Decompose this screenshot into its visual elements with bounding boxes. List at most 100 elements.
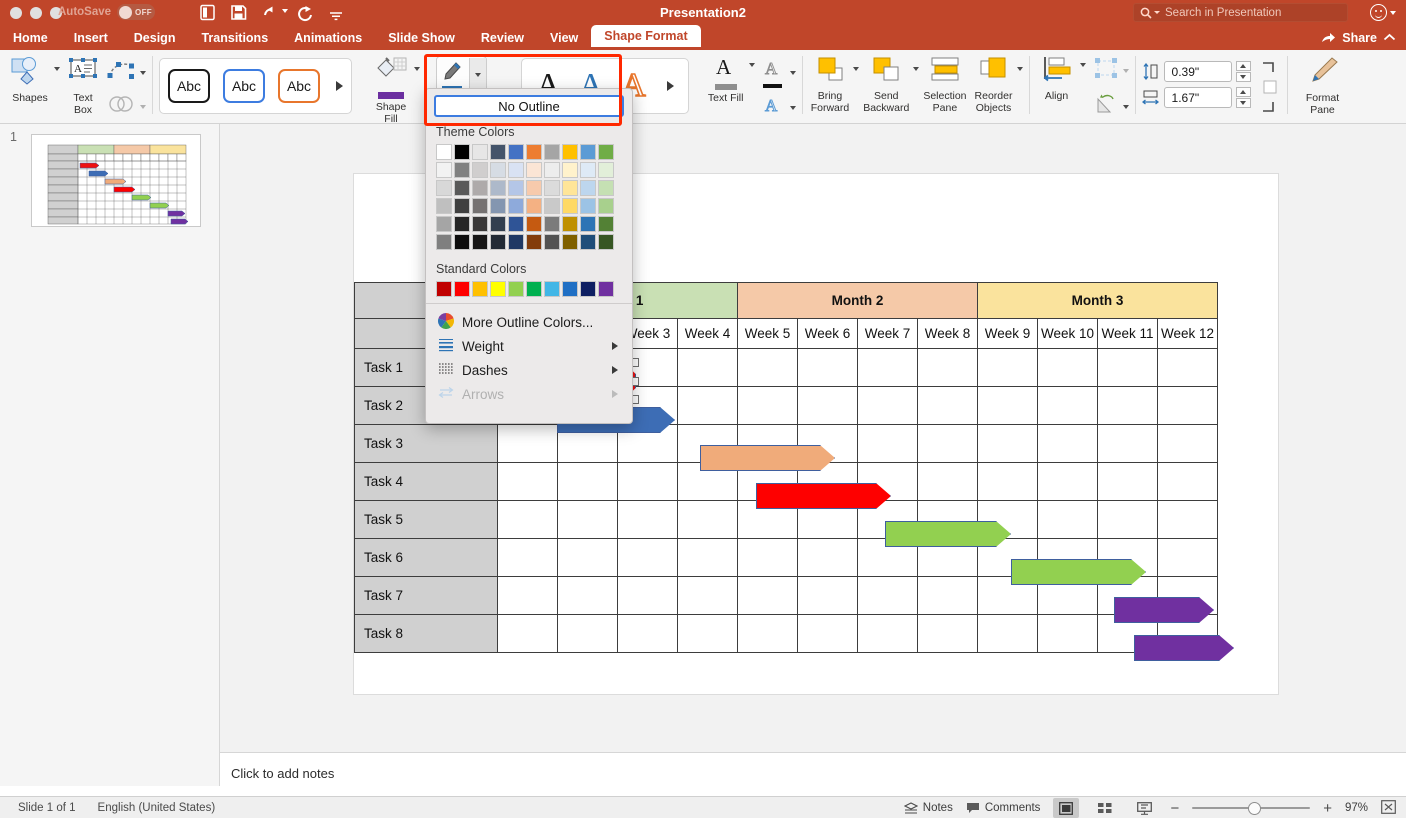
text-effects-caret-icon[interactable] bbox=[790, 106, 796, 110]
theme-color-swatch-6-6[interactable] bbox=[526, 234, 542, 250]
theme-color-swatch-4-2[interactable] bbox=[490, 162, 506, 178]
align-button[interactable]: Align bbox=[1034, 53, 1080, 105]
theme-color-swatch-5-5[interactable] bbox=[508, 216, 524, 232]
group-objects-caret-icon[interactable] bbox=[1123, 69, 1129, 73]
theme-color-swatch-1-1[interactable] bbox=[436, 144, 452, 160]
shape-outline-dropdown-menu[interactable]: No Outline Theme Colors Standard Colors … bbox=[425, 88, 633, 424]
zoom-in-button[interactable]: + bbox=[1323, 800, 1332, 817]
edit-points-caret-icon[interactable] bbox=[140, 71, 146, 75]
shape-width-increment[interactable] bbox=[1236, 87, 1251, 97]
theme-color-swatch-10-3[interactable] bbox=[598, 180, 614, 196]
theme-color-swatch-10-4[interactable] bbox=[598, 198, 614, 214]
align-caret-icon[interactable] bbox=[1080, 63, 1086, 67]
theme-color-swatch-4-4[interactable] bbox=[490, 198, 506, 214]
theme-color-swatch-6-4[interactable] bbox=[526, 198, 542, 214]
theme-color-swatch-5-1[interactable] bbox=[508, 144, 524, 160]
shape-height-input[interactable]: 0.39" bbox=[1164, 61, 1232, 82]
tab-home[interactable]: Home bbox=[0, 25, 61, 50]
gantt-bar-task-5[interactable] bbox=[885, 521, 1011, 547]
tab-transitions[interactable]: Transitions bbox=[188, 25, 281, 50]
theme-color-swatch-10-1[interactable] bbox=[598, 144, 614, 160]
theme-color-swatch-9-5[interactable] bbox=[580, 216, 596, 232]
shape-height-decrement[interactable] bbox=[1236, 72, 1251, 82]
zoom-slider-knob[interactable] bbox=[1248, 802, 1261, 815]
menu-item-dashes[interactable]: Dashes bbox=[426, 358, 632, 382]
theme-color-swatch-3-1[interactable] bbox=[472, 144, 488, 160]
theme-color-swatch-7-4[interactable] bbox=[544, 198, 560, 214]
theme-color-swatch-1-6[interactable] bbox=[436, 234, 452, 250]
no-outline-option[interactable]: No Outline bbox=[434, 95, 624, 117]
text-fill-button[interactable]: A Text Fill bbox=[703, 53, 749, 107]
standard-color-swatch-3[interactable] bbox=[472, 281, 488, 297]
theme-color-swatch-8-4[interactable] bbox=[562, 198, 578, 214]
tab-review[interactable]: Review bbox=[468, 25, 537, 50]
theme-color-swatch-7-6[interactable] bbox=[544, 234, 560, 250]
slide-sorter-button[interactable] bbox=[1092, 798, 1118, 818]
tab-design[interactable]: Design bbox=[121, 25, 189, 50]
text-outline-caret-icon[interactable] bbox=[790, 71, 796, 75]
notes-toggle-button[interactable]: Notes bbox=[904, 802, 953, 815]
text-effects-icon[interactable]: A bbox=[763, 95, 785, 120]
theme-color-swatch-2-6[interactable] bbox=[454, 234, 470, 250]
shape-style-2[interactable]: Abc bbox=[223, 69, 265, 103]
notes-pane[interactable]: Click to add notes bbox=[220, 752, 1406, 796]
theme-color-swatch-2-4[interactable] bbox=[454, 198, 470, 214]
theme-color-swatch-3-4[interactable] bbox=[472, 198, 488, 214]
theme-color-swatch-2-1[interactable] bbox=[454, 144, 470, 160]
comments-toggle-button[interactable]: Comments bbox=[966, 802, 1041, 814]
standard-color-swatch-1[interactable] bbox=[436, 281, 452, 297]
shape-style-more-icon[interactable] bbox=[336, 81, 343, 91]
theme-color-swatch-6-5[interactable] bbox=[526, 216, 542, 232]
theme-color-swatch-9-4[interactable] bbox=[580, 198, 596, 214]
account-caret-icon[interactable] bbox=[1390, 11, 1396, 15]
theme-color-swatch-8-1[interactable] bbox=[562, 144, 578, 160]
theme-color-swatch-3-2[interactable] bbox=[472, 162, 488, 178]
account-menu[interactable] bbox=[1370, 4, 1396, 21]
theme-color-swatch-9-2[interactable] bbox=[580, 162, 596, 178]
text-fill-caret-icon[interactable] bbox=[749, 63, 755, 67]
theme-color-swatch-10-6[interactable] bbox=[598, 234, 614, 250]
tab-insert[interactable]: Insert bbox=[61, 25, 121, 50]
gantt-bar-task-3[interactable] bbox=[700, 445, 835, 471]
normal-view-button[interactable] bbox=[1053, 798, 1079, 818]
theme-color-swatch-6-2[interactable] bbox=[526, 162, 542, 178]
language-label[interactable]: English (United States) bbox=[98, 802, 216, 814]
shape-height-stepper[interactable] bbox=[1236, 61, 1251, 82]
theme-color-swatch-2-2[interactable] bbox=[454, 162, 470, 178]
shape-width-decrement[interactable] bbox=[1236, 98, 1251, 108]
group-objects-icon[interactable] bbox=[1094, 57, 1118, 84]
shape-fill-button[interactable]: Shape Fill bbox=[368, 53, 414, 127]
theme-color-swatch-5-4[interactable] bbox=[508, 198, 524, 214]
menu-item-weight[interactable]: Weight bbox=[426, 334, 632, 358]
text-box-button[interactable]: A Text Box bbox=[60, 53, 106, 118]
gantt-bar-task-6[interactable] bbox=[1011, 559, 1146, 585]
size-dialog-launcher[interactable] bbox=[1251, 61, 1281, 117]
fit-slide-button[interactable] bbox=[1381, 800, 1396, 817]
theme-color-swatch-1-3[interactable] bbox=[436, 180, 452, 196]
table-row[interactable]: Task 8 bbox=[355, 615, 1218, 653]
theme-color-swatch-10-5[interactable] bbox=[598, 216, 614, 232]
theme-color-swatch-5-3[interactable] bbox=[508, 180, 524, 196]
menu-item-more-outline-colors[interactable]: More Outline Colors... bbox=[426, 310, 632, 334]
presenter-view-button[interactable] bbox=[1131, 798, 1157, 818]
theme-color-swatch-9-3[interactable] bbox=[580, 180, 596, 196]
theme-color-swatch-4-1[interactable] bbox=[490, 144, 506, 160]
shape-height-increment[interactable] bbox=[1236, 61, 1251, 71]
share-button[interactable]: Share bbox=[1321, 25, 1396, 50]
theme-color-swatch-2-3[interactable] bbox=[454, 180, 470, 196]
theme-color-swatch-5-6[interactable] bbox=[508, 234, 524, 250]
gantt-bar-task-8[interactable] bbox=[1134, 635, 1234, 661]
reorder-objects-button[interactable]: Reorder Objects bbox=[971, 53, 1017, 116]
slide-thumbnail-1[interactable] bbox=[31, 134, 201, 227]
standard-color-swatch-5[interactable] bbox=[508, 281, 524, 297]
selection-pane-button[interactable]: Selection Pane bbox=[919, 53, 970, 116]
standard-color-swatch-7[interactable] bbox=[544, 281, 560, 297]
theme-color-swatch-10-2[interactable] bbox=[598, 162, 614, 178]
theme-color-swatch-3-3[interactable] bbox=[472, 180, 488, 196]
standard-colors-row[interactable] bbox=[426, 281, 632, 297]
theme-color-swatch-6-1[interactable] bbox=[526, 144, 542, 160]
theme-color-swatch-9-1[interactable] bbox=[580, 144, 596, 160]
tab-shape-format[interactable]: Shape Format bbox=[591, 25, 700, 50]
theme-color-swatch-7-3[interactable] bbox=[544, 180, 560, 196]
theme-color-swatch-1-2[interactable] bbox=[436, 162, 452, 178]
